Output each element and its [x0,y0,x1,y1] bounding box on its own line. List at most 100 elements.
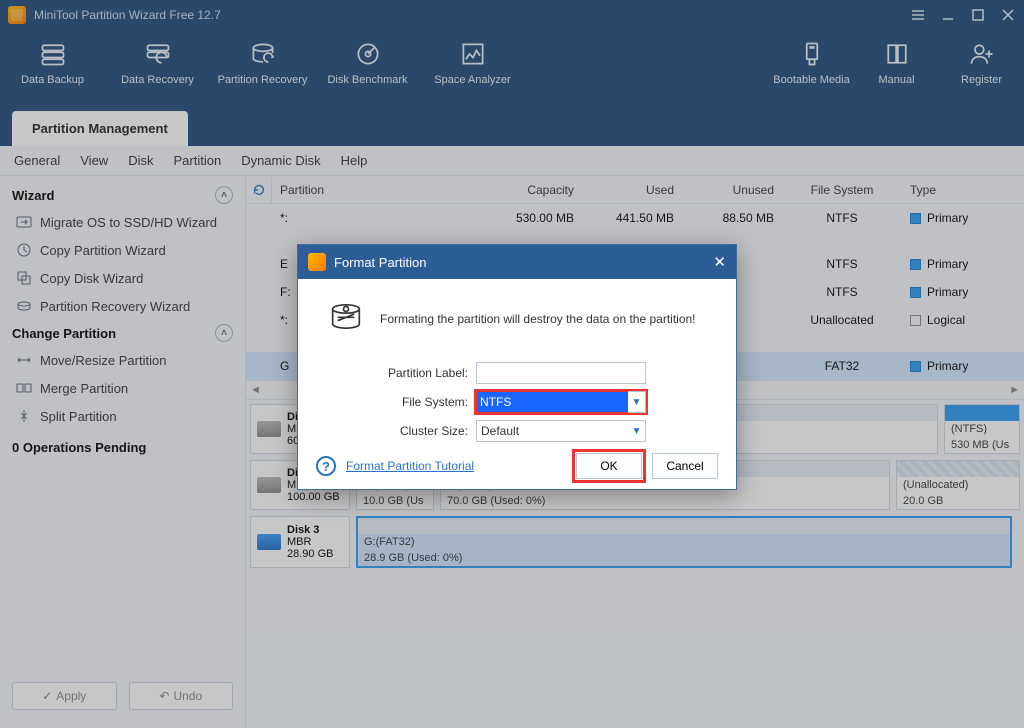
pending-ops: 0 Operations Pending [0,430,245,459]
tab-partition-management[interactable]: Partition Management [12,111,188,146]
menu-help[interactable]: Help [341,153,368,168]
app-icon [8,6,26,24]
grid-header: Partition Capacity Used Unused File Syst… [246,176,1024,204]
sidebar-item-label: Copy Disk Wizard [40,271,143,286]
label-partition-label: Partition Label: [316,366,476,380]
tab-label: Partition Management [32,121,168,136]
label-file-system: File System: [316,395,476,409]
scroll-left-icon[interactable]: ◄ [250,384,261,396]
menu-disk[interactable]: Disk [128,153,153,168]
undo-button[interactable]: ↶ Undo [129,682,234,710]
ribbon-label: Manual [878,74,914,86]
partition-box[interactable]: (NTFS)530 MB (Us [944,404,1020,454]
ribbon-label: Data Backup [21,74,84,86]
format-partition-dialog: Format Partition ✕ Formating the partiti… [297,244,737,490]
scroll-right-icon[interactable]: ► [1009,384,1020,396]
cancel-button[interactable]: Cancel [652,453,718,479]
section-title: Wizard [12,188,55,203]
undo-label: Undo [173,689,202,703]
ribbon-label: Space Analyzer [434,74,510,86]
ribbon-toolbar: Data Backup Data Recovery Partition Reco… [0,30,1024,108]
sidebar-item-merge[interactable]: Merge Partition [0,374,245,402]
hamburger-icon[interactable] [910,7,926,23]
dialog-title: Format Partition [334,255,426,270]
disk-info[interactable]: Disk 3MBR28.90 GB [250,516,350,568]
ribbon-manual[interactable]: Manual [854,34,939,108]
disk-row: Disk 3MBR28.90 GBG:(FAT32)28.9 GB (Used:… [250,516,1020,568]
sidebar-item-label: Migrate OS to SSD/HD Wizard [40,215,217,230]
ribbon-data-recovery[interactable]: Data Recovery [105,34,210,108]
col-type[interactable]: Type [902,183,1024,197]
tab-strip: Partition Management [0,108,1024,146]
ribbon-label: Register [961,74,1002,86]
col-unused[interactable]: Unused [682,183,782,197]
sidebar-item-label: Move/Resize Partition [40,353,166,368]
ribbon-space-analyzer[interactable]: Space Analyzer [420,34,525,108]
tutorial-link[interactable]: Format Partition Tutorial [346,459,474,473]
chevron-down-icon: ▼ [628,391,646,413]
ribbon-bootable-media[interactable]: Bootable Media [769,34,854,108]
sidebar: Wizard ˄ Migrate OS to SSD/HD Wizard Cop… [0,176,246,728]
ribbon-label: Bootable Media [773,74,849,86]
sidebar-item-migrate-os[interactable]: Migrate OS to SSD/HD Wizard [0,208,245,236]
menubar: General View Disk Partition Dynamic Disk… [0,146,1024,176]
table-row[interactable]: *: 530.00 MB 441.50 MB 88.50 MB NTFS Pri… [246,204,1024,232]
dialog-titlebar[interactable]: Format Partition ✕ [298,245,736,279]
chevron-up-icon: ˄ [215,186,233,204]
section-title: Change Partition [12,326,116,341]
pending-label: 0 Operations Pending [12,440,146,455]
menu-partition[interactable]: Partition [173,153,221,168]
maximize-icon[interactable] [970,7,986,23]
ribbon-register[interactable]: Register [939,34,1024,108]
ribbon-partition-recovery[interactable]: Partition Recovery [210,34,315,108]
disk-icon [257,477,281,493]
chevron-down-icon: ▼ [628,420,646,442]
partition-label-input[interactable] [476,362,646,384]
sidebar-item-label: Copy Partition Wizard [40,243,166,258]
sidebar-section-change-partition[interactable]: Change Partition ˄ [0,320,245,346]
app-title: MiniTool Partition Wizard Free 12.7 [34,8,221,22]
minimize-icon[interactable] [940,7,956,23]
col-fs[interactable]: File System [782,183,902,197]
sidebar-item-copy-disk[interactable]: Copy Disk Wizard [0,264,245,292]
sidebar-item-partition-recovery[interactable]: Partition Recovery Wizard [0,292,245,320]
dialog-close-icon[interactable]: ✕ [713,253,726,271]
ribbon-data-backup[interactable]: Data Backup [0,34,105,108]
warning-disk-icon [326,299,366,339]
help-icon[interactable]: ? [316,456,336,476]
ok-label: OK [600,459,617,473]
menu-general[interactable]: General [14,153,60,168]
disk-icon [257,421,281,437]
col-partition[interactable]: Partition [272,183,462,197]
menu-dynamic-disk[interactable]: Dynamic Disk [241,153,320,168]
dialog-app-icon [308,253,326,271]
dialog-warning-text: Formating the partition will destroy the… [380,312,696,326]
apply-button[interactable]: ✓ Apply [12,682,117,710]
menu-view[interactable]: View [80,153,108,168]
disk-icon [257,534,281,550]
sidebar-item-label: Split Partition [40,409,117,424]
cluster-size-select[interactable]: Default ▼ [476,420,646,442]
file-system-select[interactable]: NTFS ▼ [476,391,646,413]
sidebar-section-wizard[interactable]: Wizard ˄ [0,182,245,208]
col-used[interactable]: Used [582,183,682,197]
label-cluster-size: Cluster Size: [316,424,476,438]
sidebar-item-move-resize[interactable]: Move/Resize Partition [0,346,245,374]
col-capacity[interactable]: Capacity [462,183,582,197]
partition-box[interactable]: (Unallocated)20.0 GB [896,460,1020,510]
apply-label: Apply [56,689,86,703]
ok-button[interactable]: OK [576,453,642,479]
ribbon-label: Data Recovery [121,74,194,86]
file-system-value: NTFS [476,391,646,413]
ribbon-disk-benchmark[interactable]: Disk Benchmark [315,34,420,108]
titlebar: MiniTool Partition Wizard Free 12.7 [0,0,1024,30]
chevron-up-icon: ˄ [215,324,233,342]
close-icon[interactable] [1000,7,1016,23]
sidebar-item-label: Merge Partition [40,381,128,396]
cancel-label: Cancel [666,459,703,473]
partition-box[interactable]: G:(FAT32)28.9 GB (Used: 0%) [356,516,1012,568]
cluster-size-value: Default [476,420,646,442]
sidebar-item-split[interactable]: Split Partition [0,402,245,430]
sidebar-item-copy-partition[interactable]: Copy Partition Wizard [0,236,245,264]
refresh-button[interactable] [246,177,272,203]
